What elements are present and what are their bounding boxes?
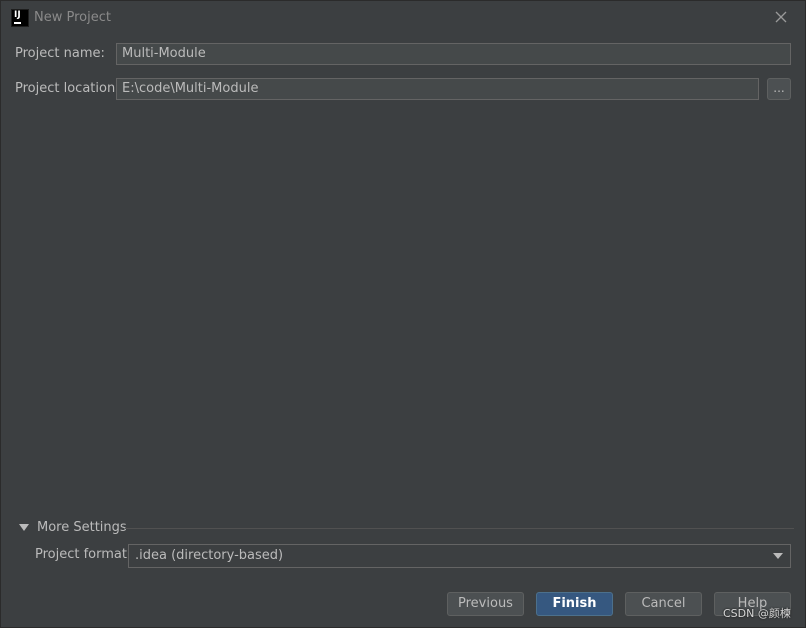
chevron-down-icon xyxy=(773,553,783,559)
browse-button[interactable]: ... xyxy=(767,78,791,100)
window-title: New Project xyxy=(34,10,111,25)
more-settings-toggle[interactable]: More Settings xyxy=(37,520,127,535)
title-bar: IJ New Project xyxy=(1,1,805,33)
project-format-value: .idea (directory-based) xyxy=(135,548,284,563)
previous-button[interactable]: Previous xyxy=(447,592,524,616)
close-icon[interactable] xyxy=(773,9,789,25)
project-location-input[interactable]: E:\code\Multi-Module xyxy=(116,78,759,100)
project-name-input[interactable]: Multi-Module xyxy=(116,43,791,65)
project-format-label: Project format: xyxy=(35,547,132,562)
finish-button[interactable]: Finish xyxy=(536,592,613,616)
cancel-button[interactable]: Cancel xyxy=(625,592,702,616)
more-settings-divider xyxy=(125,528,794,529)
project-format-select[interactable]: .idea (directory-based) xyxy=(128,544,791,568)
watermark: CSDN @颜楝 xyxy=(723,607,791,620)
triangle-down-icon[interactable] xyxy=(19,524,29,531)
new-project-dialog: IJ New Project Project name: Multi-Modul… xyxy=(0,0,806,628)
intellij-icon: IJ xyxy=(11,9,29,27)
project-location-label: Project location: xyxy=(15,81,120,96)
project-name-label: Project name: xyxy=(15,46,105,61)
